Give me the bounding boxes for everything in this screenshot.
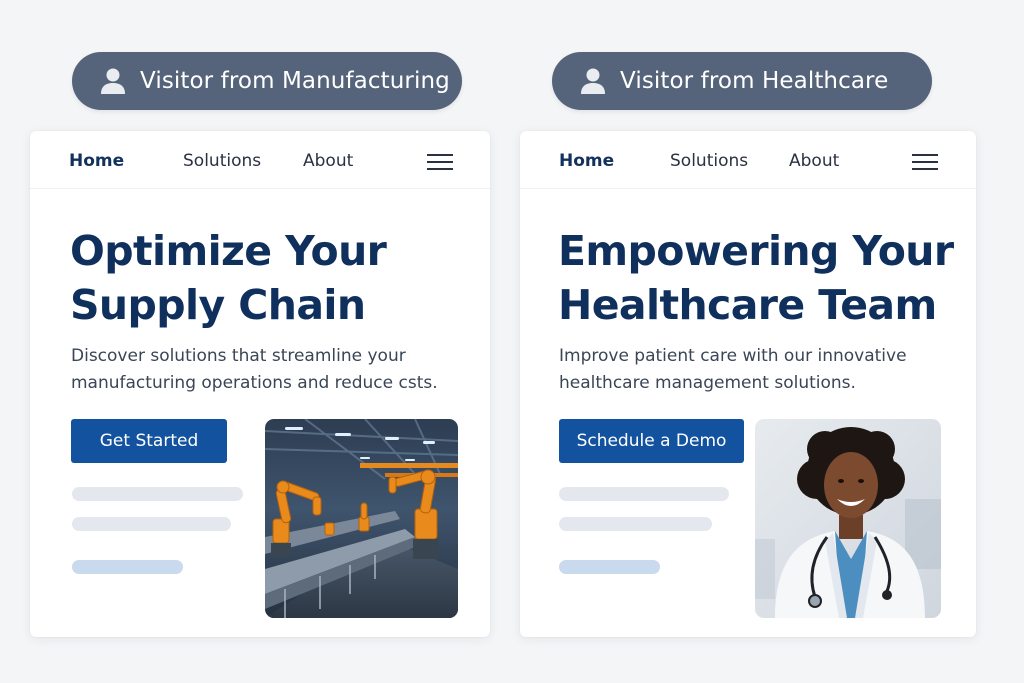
hero-subtitle-line: manufacturing operations and reduce csts… [71, 373, 438, 393]
hero-subtitle: Discover solutions that streamline your … [71, 343, 471, 397]
hero-subtitle-line: Discover solutions that streamline your [71, 346, 406, 366]
hero-subtitle: Improve patient care with our innovative… [559, 343, 959, 397]
placeholder-line [559, 517, 712, 531]
nav-link-home[interactable]: Home [559, 151, 614, 171]
placeholder-line [559, 487, 729, 501]
nav-link-solutions[interactable]: Solutions [670, 151, 748, 171]
top-nav: Home Solutions About [30, 131, 490, 189]
get-started-button[interactable]: Get Started [71, 419, 227, 463]
visitor-badge-healthcare: Visitor from Healthcare [552, 52, 932, 110]
user-icon [101, 68, 125, 94]
doctor-with-stethoscope-photo [755, 419, 941, 618]
hero-subtitle-line: Improve patient care with our innovative [559, 346, 907, 366]
hero-headline-line: Optimize Your [70, 227, 387, 275]
hero-headline-line: Supply Chain [70, 281, 366, 329]
hero-headline: Optimize Your Supply Chain [70, 224, 387, 332]
visitor-badge-label: Visitor from Healthcare [620, 68, 889, 94]
visitor-badge-label: Visitor from Manufacturing [140, 68, 450, 94]
hero-headline: Empowering Your Healthcare Team [558, 224, 954, 332]
nav-link-home[interactable]: Home [69, 151, 124, 171]
hero-subtitle-line: healthcare management solutions. [559, 373, 856, 393]
placeholder-line [559, 560, 660, 574]
placeholder-line [72, 517, 231, 531]
hero-headline-line: Empowering Your [558, 227, 954, 275]
hero-headline-line: Healthcare Team [558, 281, 937, 329]
placeholder-line [72, 560, 183, 574]
factory-robot-arms-photo [265, 419, 458, 618]
nav-link-about[interactable]: About [303, 151, 353, 171]
placeholder-line [72, 487, 243, 501]
nav-link-about[interactable]: About [789, 151, 839, 171]
hamburger-menu-icon[interactable] [912, 154, 938, 170]
hamburger-menu-icon[interactable] [427, 154, 453, 170]
manufacturing-page-card: Home Solutions About Optimize Your Suppl… [30, 131, 490, 637]
nav-link-solutions[interactable]: Solutions [183, 151, 261, 171]
user-icon [581, 68, 605, 94]
healthcare-page-card: Home Solutions About Empowering Your Hea… [520, 131, 976, 637]
schedule-demo-button[interactable]: Schedule a Demo [559, 419, 744, 463]
visitor-badge-manufacturing: Visitor from Manufacturing [72, 52, 462, 110]
top-nav: Home Solutions About [520, 131, 976, 189]
